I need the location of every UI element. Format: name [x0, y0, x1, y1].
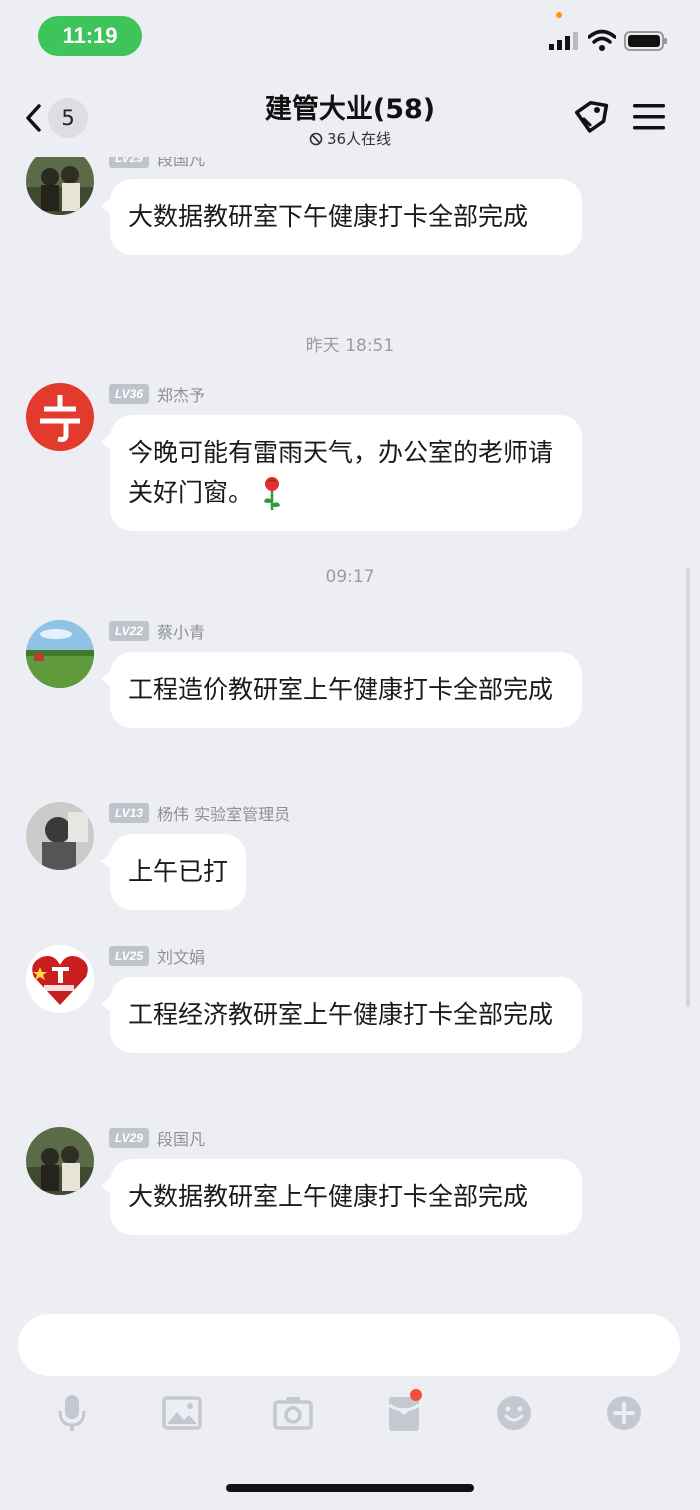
level-badge: LV25 — [109, 946, 150, 966]
message-meta: LV29 段国凡 — [109, 1127, 205, 1149]
image-button[interactable] — [160, 1391, 204, 1435]
input-toolbar — [0, 1385, 700, 1441]
status-bar: 11:19 — [0, 0, 700, 75]
message-bubble[interactable]: 工程造价教研室上午健康打卡全部完成 — [101, 652, 582, 728]
notification-dot — [410, 1389, 422, 1401]
message-bubble[interactable]: 大数据教研室下午健康打卡全部完成 — [101, 179, 582, 255]
chat-header: 5 建管大业(58) 36人在线 — [0, 75, 700, 157]
emoji-button[interactable] — [492, 1391, 536, 1435]
title-area[interactable]: 建管大业(58) 36人在线 — [150, 87, 550, 149]
message-item: LV29 段国凡 大数据教研室下午健康打卡全部完成 — [26, 157, 676, 297]
battery-icon — [624, 31, 667, 51]
message-meta: LV25 刘文娟 — [109, 945, 205, 967]
sender-name[interactable]: 刘文娟 — [157, 944, 205, 968]
online-indicator-icon — [309, 132, 323, 145]
sender-name[interactable]: 杨伟 实验室管理员 — [157, 801, 290, 825]
group-tag-icon[interactable] — [570, 97, 612, 139]
message-meta: LV13 杨伟 实验室管理员 — [109, 802, 290, 824]
level-badge: LV22 — [109, 621, 150, 641]
unread-count-badge: 5 — [48, 98, 88, 138]
avatar[interactable] — [26, 945, 94, 1013]
message-item: LV36 郑杰予 今晚可能有雷雨天气，办公室的老师请关好门窗。 — [26, 383, 676, 533]
message-meta: LV29 段国凡 — [109, 157, 205, 169]
time-separator: 09:17 — [325, 567, 375, 587]
level-badge: LV29 — [109, 157, 150, 168]
camera-icon — [273, 1397, 313, 1430]
message-item: LV25 刘文娟 工程经济教研室上午健康打卡全部完成 — [26, 945, 676, 1095]
emoji-icon — [497, 1396, 531, 1430]
cellular-signal-icon — [549, 32, 578, 50]
chevron-left-icon — [26, 104, 41, 132]
online-status: 36人在线 — [150, 128, 550, 149]
sender-name[interactable]: 段国凡 — [157, 157, 205, 170]
menu-icon[interactable] — [630, 99, 668, 135]
message-list[interactable]: LV29 段国凡 大数据教研室下午健康打卡全部完成 昨天 18:51 LV36 … — [0, 157, 700, 1297]
level-badge: LV29 — [109, 1128, 150, 1148]
message-bubble[interactable]: 今晚可能有雷雨天气，办公室的老师请关好门窗。 — [101, 415, 582, 531]
avatar[interactable] — [26, 1127, 94, 1195]
message-meta: LV22 蔡小青 — [109, 620, 205, 642]
message-bubble[interactable]: 上午已打 — [100, 834, 247, 910]
image-icon — [162, 1396, 202, 1430]
message-input[interactable] — [18, 1314, 680, 1376]
level-badge: LV36 — [109, 384, 150, 404]
level-badge: LV13 — [109, 803, 150, 823]
message-item: LV13 杨伟 实验室管理员 上午已打 — [26, 802, 676, 912]
sender-name[interactable]: 郑杰予 — [157, 382, 205, 406]
camera-button[interactable] — [271, 1391, 315, 1435]
online-count: 36人在线 — [326, 130, 392, 148]
scrollbar[interactable] — [686, 567, 690, 1007]
avatar[interactable] — [26, 157, 94, 215]
more-button[interactable] — [602, 1391, 646, 1435]
message-item: LV22 蔡小青 工程造价教研室上午健康打卡全部完成 — [26, 620, 676, 770]
sender-name[interactable]: 段国凡 — [157, 1126, 205, 1150]
avatar[interactable] — [26, 383, 94, 451]
wifi-icon — [588, 29, 616, 51]
message-meta: LV36 郑杰予 — [109, 383, 205, 405]
message-item: LV29 段国凡 大数据教研室上午健康打卡全部完成 — [26, 1127, 676, 1277]
plus-icon — [607, 1396, 641, 1430]
status-time: 11:19 — [38, 16, 142, 56]
message-bubble[interactable]: 工程经济教研室上午健康打卡全部完成 — [101, 977, 582, 1053]
message-text: 今晚可能有雷雨天气，办公室的老师请关好门窗。 — [128, 438, 554, 507]
home-indicator[interactable] — [226, 1484, 474, 1492]
group-title: 建管大业(58) — [264, 94, 436, 125]
privacy-indicator-dot — [556, 12, 562, 18]
back-button[interactable]: 5 — [24, 97, 94, 139]
time-separator: 昨天 18:51 — [305, 336, 395, 356]
voice-button[interactable] — [50, 1391, 94, 1435]
avatar[interactable] — [26, 802, 94, 870]
microphone-icon — [58, 1395, 86, 1431]
rose-emoji-icon — [263, 477, 280, 510]
red-packet-button[interactable] — [382, 1389, 426, 1435]
sender-name[interactable]: 蔡小青 — [157, 619, 205, 643]
message-bubble[interactable]: 大数据教研室上午健康打卡全部完成 — [101, 1159, 582, 1235]
avatar[interactable] — [26, 620, 94, 688]
